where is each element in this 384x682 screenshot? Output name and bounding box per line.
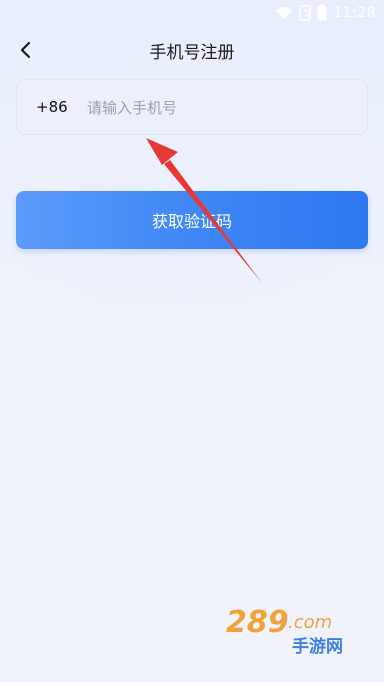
svg-text:.com: .com xyxy=(288,612,332,633)
svg-text:289: 289 xyxy=(226,605,289,640)
phone-input[interactable] xyxy=(87,88,357,128)
header: 手机号注册 xyxy=(0,30,384,70)
svg-text:手游网: 手游网 xyxy=(292,636,343,657)
battery-icon xyxy=(317,4,327,21)
status-time: 11:28 xyxy=(333,4,376,21)
country-code[interactable]: +86 xyxy=(36,98,68,116)
rotate-icon xyxy=(299,4,311,21)
watermark-logo: 289 .com 手游网 xyxy=(226,605,343,657)
status-bar: 11:28 xyxy=(0,0,384,28)
page-title: 手机号注册 xyxy=(149,43,235,63)
status-icons: 11:28 xyxy=(275,4,376,21)
get-code-button[interactable]: 获取验证码 xyxy=(16,191,368,249)
phone-field[interactable]: +86 xyxy=(16,79,368,135)
wifi-icon xyxy=(276,6,293,19)
